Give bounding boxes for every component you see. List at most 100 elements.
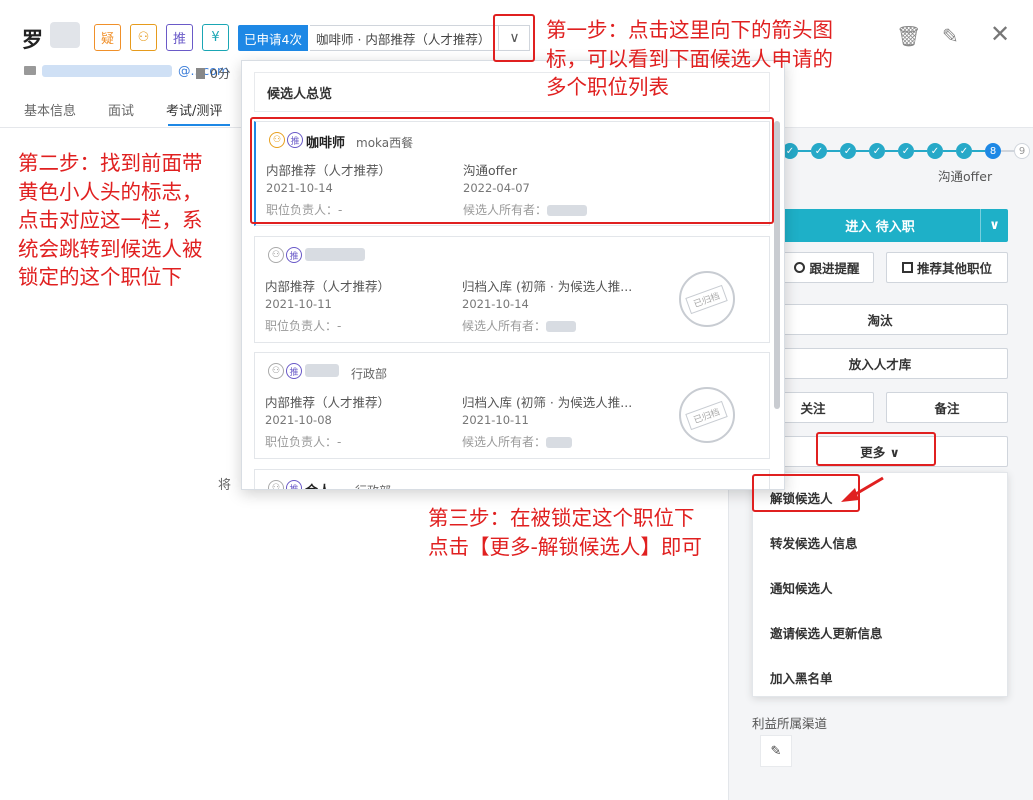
annotation-box-chevron <box>493 14 535 62</box>
yen-tag-icon[interactable]: ¥ <box>202 24 229 51</box>
card-right-meta-label: 候选人所有者： <box>462 319 547 333</box>
annotation-arrow <box>841 476 884 502</box>
score: 0分 <box>196 63 230 82</box>
recommend-icon: 推 <box>286 247 302 263</box>
step-line <box>972 150 985 152</box>
card-right-meta: 候选人所有者： <box>462 433 573 450</box>
annotation-step2-line: 锁定的这个职位下 <box>18 265 182 289</box>
annotation-box-more <box>816 432 936 466</box>
menu-item-blacklist[interactable]: 加入黑名单 <box>770 668 833 687</box>
annotation-step2: 第二步：找到前面带 黄色小人头的标志， 点击对应这一栏，系 统会跳转到候选人被 … <box>18 149 203 292</box>
card-left-line: 内部推荐（人才推荐） <box>265 395 391 410</box>
annotation-step1: 第一步：点击这里向下的箭头图 标，可以看到下面候选人申请的 多个职位列表 <box>546 16 833 102</box>
candidate-name: 罗 <box>22 28 43 52</box>
owner-redacted <box>546 437 573 448</box>
person-icon: ⚇ <box>268 480 284 489</box>
card-icons: ⚇ 推 <box>268 247 302 263</box>
step-line <box>914 150 927 152</box>
chevron-down-icon[interactable]: ∨ <box>980 209 1008 242</box>
step-dot[interactable]: ✓ <box>811 143 827 159</box>
follow-up-button[interactable]: 跟进提醒 <box>780 252 874 283</box>
step-dot[interactable]: ✓ <box>898 143 914 159</box>
card-right-meta: 候选人所有者： <box>462 317 577 334</box>
annotation-step1-line: 标，可以看到下面候选人申请的 <box>546 46 833 71</box>
menu-item-invite-update[interactable]: 邀请候选人更新信息 <box>770 623 883 642</box>
archived-stamp-text: 已归档 <box>685 284 729 314</box>
left-partial-text: 将 <box>218 478 232 493</box>
job-select-label: 咖啡师 · 内部推荐（人才推荐） <box>316 31 491 47</box>
step-line <box>827 150 840 152</box>
step-line <box>798 150 811 152</box>
talent-pool-button[interactable]: 放入人才库 <box>752 348 1008 379</box>
tab-exam[interactable]: 考试/测评 <box>166 100 222 119</box>
menu-item-notify[interactable]: 通知候选人 <box>770 578 833 597</box>
card-left-date: 2021-10-11 <box>265 297 332 311</box>
channel-label: 利益所属渠道 <box>752 716 828 731</box>
primary-button-label: 进入 待入职 <box>845 220 915 235</box>
clock-icon <box>794 262 806 273</box>
archived-stamp-text: 已归档 <box>685 400 729 430</box>
person-icon: ⚇ <box>268 363 284 379</box>
card-subtitle: 行政部 <box>351 367 388 381</box>
edit-icon[interactable]: ✎ <box>760 735 792 767</box>
step-dot-current[interactable]: 8 <box>985 143 1001 159</box>
step-line <box>856 150 869 152</box>
name-redacted <box>50 22 80 48</box>
file-icon <box>196 68 205 79</box>
step-dot[interactable]: ✓ <box>927 143 943 159</box>
pipeline-steps: ✓ ✓ ✓ ✓ ✓ ✓ ✓ 8 9 <box>782 143 1030 159</box>
step-dot[interactable]: ✓ <box>956 143 972 159</box>
menu-item-forward[interactable]: 转发候选人信息 <box>770 533 858 552</box>
tab-interview[interactable]: 面试 <box>108 100 134 119</box>
annotation-step3: 第三步：在被锁定这个职位下 点击【更多-解锁候选人】即可 <box>428 504 702 561</box>
annotation-step2-line: 统会跳转到候选人被 <box>18 236 203 261</box>
card-left-meta: 职位负责人：- <box>265 319 342 333</box>
email-redacted <box>42 64 172 77</box>
trash-icon[interactable]: 🗑 <box>896 24 921 48</box>
card-icons: ⚇ 推 <box>268 363 302 379</box>
card-icons: ⚇ 推 <box>268 480 302 489</box>
archived-stamp: 已归档 <box>679 271 735 327</box>
step-dot[interactable]: ✓ <box>840 143 856 159</box>
current-stage-label: 沟通offer <box>938 169 993 184</box>
edit-icon[interactable]: ✎ <box>942 24 959 48</box>
person-icon: ⚇ <box>268 247 284 263</box>
annotation-step1-line: 多个职位列表 <box>546 75 669 99</box>
step-line <box>885 150 898 152</box>
person-tag-icon[interactable]: ⚇ <box>130 24 157 51</box>
scrollbar[interactable] <box>774 121 780 409</box>
card-right-date: 2021-10-11 <box>462 413 529 427</box>
application-card[interactable]: ⚇ 推 合人 行政部 <box>254 469 770 489</box>
score-value: 0分 <box>210 66 231 81</box>
annotation-box-locked-card <box>250 117 774 224</box>
note-button[interactable]: 备注 <box>886 392 1008 423</box>
annotation-step3-line: 点击【更多-解锁候选人】即可 <box>428 534 702 559</box>
enter-onboarding-button[interactable]: 进入 待入职 ∨ <box>780 209 1008 242</box>
annotation-step1-line: 第一步：点击这里向下的箭头图 <box>546 18 833 42</box>
card-left-date: 2021-10-08 <box>265 413 332 427</box>
close-icon[interactable]: ✕ <box>990 20 1010 48</box>
application-card[interactable]: ⚇ 推 内部推荐（人才推荐） 2021-10-11 职位负责人：- 归档入库 (… <box>254 236 770 343</box>
mail-icon <box>24 66 36 75</box>
archived-stamp: 已归档 <box>679 387 735 443</box>
recommend-other-button[interactable]: 推荐其他职位 <box>886 252 1008 283</box>
tab-basic-info[interactable]: 基本信息 <box>24 100 76 119</box>
card-right-meta-label: 候选人所有者： <box>462 435 547 449</box>
card-right-line: 归档入库 (初筛 · 为候选人推... <box>462 395 633 410</box>
application-card[interactable]: ⚇ 推 行政部 内部推荐（人才推荐） 2021-10-08 职位负责人：- 归档… <box>254 352 770 459</box>
tab-bar: 基本信息 面试 考试/测评 <box>24 100 222 119</box>
reject-button[interactable]: 淘汰 <box>752 304 1008 335</box>
step-line <box>1001 150 1014 152</box>
applied-count-badge[interactable]: 已申请4次 <box>238 25 308 51</box>
step-dot-next[interactable]: 9 <box>1014 143 1030 159</box>
recommend-tag[interactable]: 推 <box>166 24 193 51</box>
card-left-meta: 职位负责人：- <box>265 435 342 449</box>
card-right-line: 归档入库 (初筛 · 为候选人推... <box>462 279 633 294</box>
doubt-tag[interactable]: 疑 <box>94 24 121 51</box>
recommend-icon: 推 <box>286 480 302 489</box>
owner-redacted <box>546 321 577 332</box>
step-dot[interactable]: ✓ <box>869 143 885 159</box>
card-title-redacted <box>305 247 365 262</box>
card-left-line: 内部推荐（人才推荐） <box>265 279 391 294</box>
active-tab-underline <box>168 124 230 126</box>
